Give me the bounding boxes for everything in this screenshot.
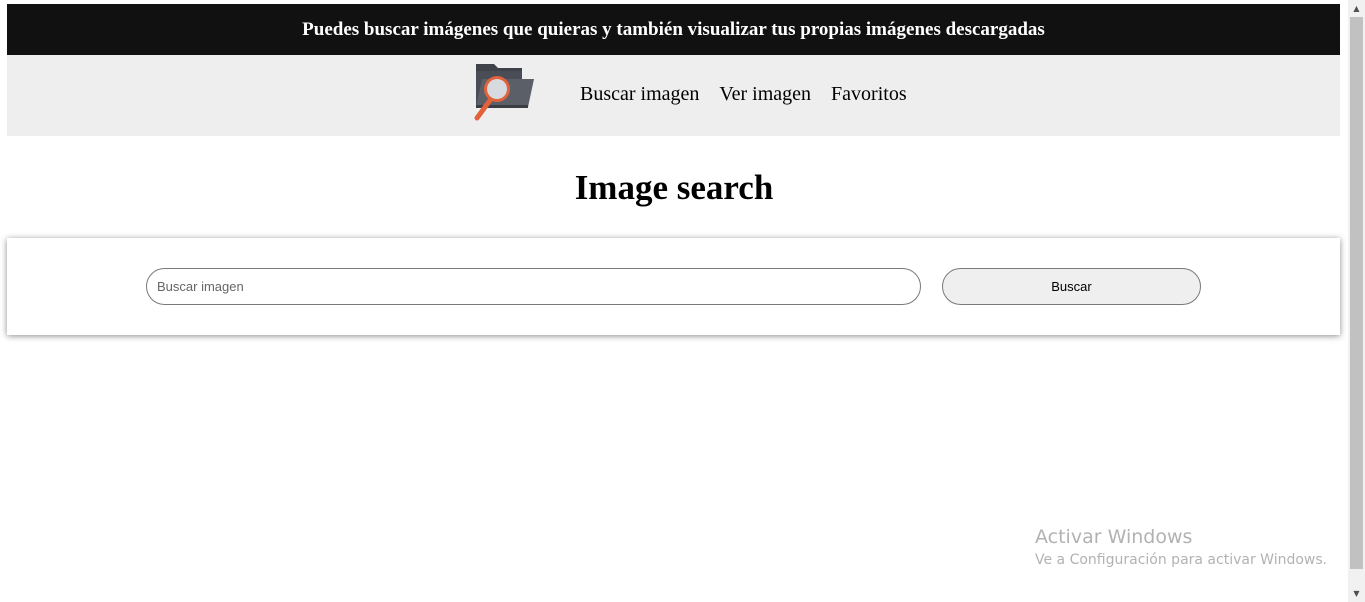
navbar: Buscar imagen Ver imagen Favoritos xyxy=(7,55,1340,136)
vertical-scrollbar[interactable]: ▲ ▼ xyxy=(1348,0,1365,602)
search-input[interactable] xyxy=(146,268,921,305)
folder-magnifier-icon[interactable] xyxy=(473,61,537,123)
watermark-title: Activar Windows xyxy=(1035,526,1193,548)
watermark-subtitle: Ve a Configuración para activar Windows. xyxy=(1035,552,1328,568)
search-card: Buscar xyxy=(7,238,1340,335)
nav-link-ver-imagen[interactable]: Ver imagen xyxy=(719,83,811,106)
search-button[interactable]: Buscar xyxy=(942,268,1201,305)
nav-link-favoritos[interactable]: Favoritos xyxy=(831,83,907,106)
nav-links: Buscar imagen Ver imagen Favoritos xyxy=(580,83,907,106)
scrollbar-thumb[interactable] xyxy=(1350,17,1363,569)
top-banner: Puedes buscar imágenes que quieras y tam… xyxy=(7,4,1340,55)
page-title: Image search xyxy=(574,168,774,207)
scroll-up-arrow-icon[interactable]: ▲ xyxy=(1348,0,1365,17)
windows-activation-watermark: Activar Windows Ve a Configuración para … xyxy=(1035,526,1327,571)
page-viewport: Puedes buscar imágenes que quieras y tam… xyxy=(0,0,1348,602)
nav-link-buscar-imagen[interactable]: Buscar imagen xyxy=(580,83,699,106)
banner-text: Puedes buscar imágenes que quieras y tam… xyxy=(302,18,1045,40)
scroll-down-arrow-icon[interactable]: ▼ xyxy=(1348,585,1365,602)
